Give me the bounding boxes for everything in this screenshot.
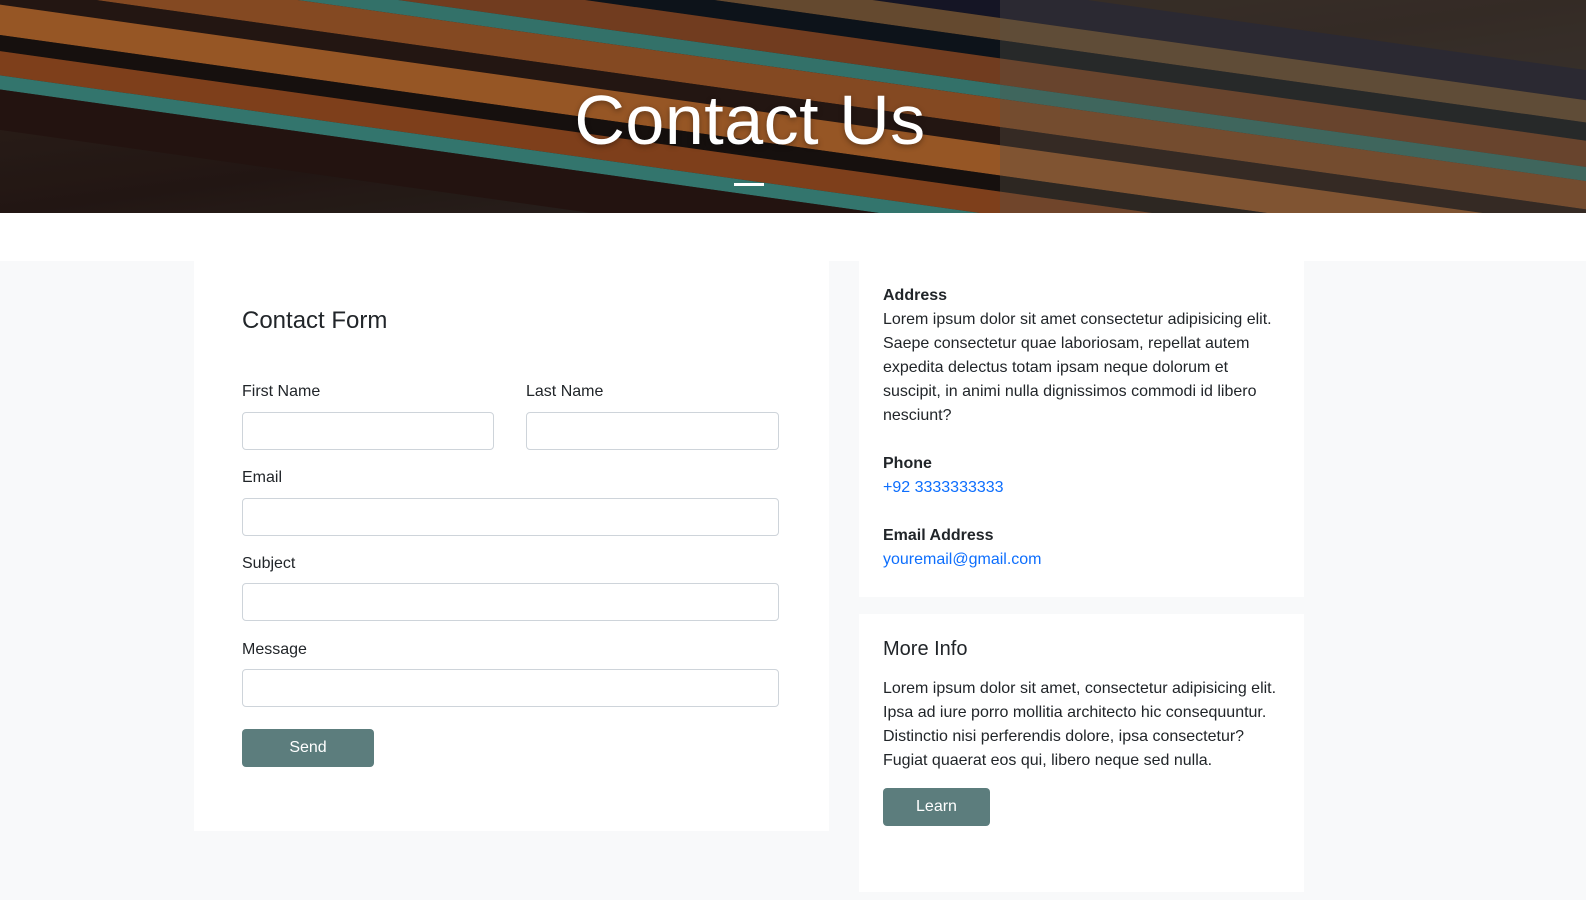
hero-banner: Contact Us	[0, 0, 1586, 213]
message-input[interactable]	[242, 669, 779, 707]
subject-input[interactable]	[242, 583, 779, 621]
email-label: Email	[242, 469, 283, 486]
contact-form-panel: Contact Form First Name Last Name Email …	[194, 261, 829, 831]
first-name-input[interactable]	[242, 412, 494, 450]
more-info-text: Lorem ipsum dolor sit amet, consectetur …	[883, 680, 1277, 769]
more-info-title: More Info	[883, 638, 968, 660]
learn-more-button[interactable]: Learn More	[883, 788, 990, 853]
contact-info-panel: Address Lorem ipsum dolor sit amet conse…	[859, 261, 1304, 597]
more-info-panel: More Info Lorem ipsum dolor sit amet, co…	[859, 614, 1304, 892]
address-heading: Address	[883, 287, 948, 304]
title-divider	[734, 183, 764, 186]
first-name-label: First Name	[242, 383, 321, 400]
contact-form-title: Contact Form	[242, 307, 388, 334]
message-label: Message	[242, 641, 307, 658]
send-message-button[interactable]: Send Message	[242, 729, 374, 794]
email-address-heading: Email Address	[883, 527, 994, 544]
email-link[interactable]: youremail@gmail.com	[883, 551, 1042, 569]
phone-link[interactable]: +92 3333333333	[883, 479, 1004, 497]
last-name-label: Last Name	[526, 383, 604, 400]
page-title: Contact Us	[574, 81, 926, 159]
email-input[interactable]	[242, 498, 779, 536]
hero-spacer	[0, 213, 1586, 261]
subject-label: Subject	[242, 555, 296, 572]
last-name-input[interactable]	[526, 412, 779, 450]
phone-heading: Phone	[883, 455, 932, 472]
address-text: Lorem ipsum dolor sit amet consectetur a…	[883, 311, 1272, 424]
